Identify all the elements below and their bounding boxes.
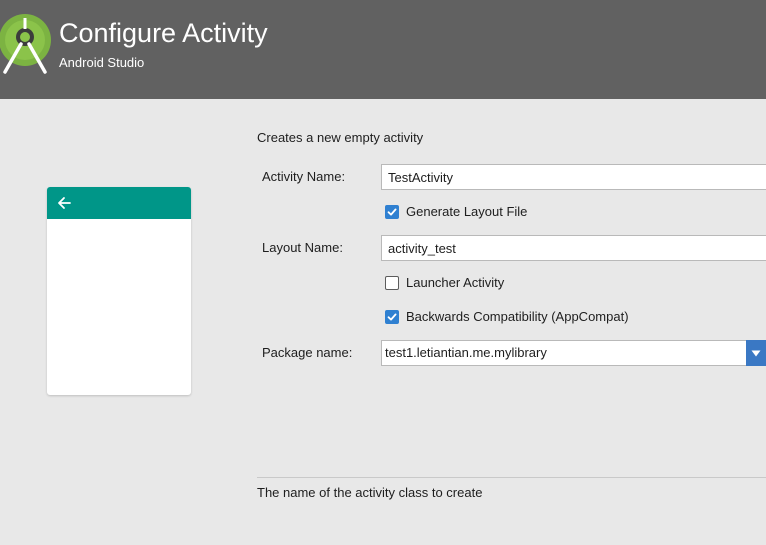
package-name-label: Package name: bbox=[262, 345, 353, 360]
checkmark-icon bbox=[387, 208, 397, 216]
backwards-compat-label: Backwards Compatibility (AppCompat) bbox=[406, 309, 629, 324]
footer-divider bbox=[257, 477, 766, 478]
package-name-select[interactable]: test1.letiantian.me.mylibrary bbox=[381, 340, 766, 366]
activity-name-label: Activity Name: bbox=[262, 169, 346, 184]
generate-layout-checkbox[interactable] bbox=[385, 205, 399, 219]
dropdown-arrow-button[interactable] bbox=[746, 340, 766, 366]
activity-name-input[interactable] bbox=[381, 164, 766, 190]
page-title: Configure Activity bbox=[59, 18, 268, 48]
generate-layout-label: Generate Layout File bbox=[406, 204, 528, 219]
launcher-activity-checkbox[interactable] bbox=[385, 276, 399, 290]
header-bar: Configure Activity Android Studio bbox=[0, 0, 766, 99]
page-subtitle: Android Studio bbox=[59, 55, 145, 70]
package-name-value: test1.letiantian.me.mylibrary bbox=[385, 345, 547, 360]
android-studio-logo-icon bbox=[0, 14, 51, 74]
backwards-compat-checkbox-row[interactable]: Backwards Compatibility (AppCompat) bbox=[385, 309, 629, 325]
launcher-activity-label: Launcher Activity bbox=[406, 275, 505, 290]
chevron-down-icon bbox=[751, 350, 761, 356]
generate-layout-checkbox-row[interactable]: Generate Layout File bbox=[385, 204, 527, 220]
layout-name-label: Layout Name: bbox=[262, 240, 343, 255]
arrow-left-icon bbox=[58, 197, 71, 209]
checkmark-icon bbox=[387, 313, 397, 321]
preview-toolbar bbox=[47, 187, 191, 219]
form-description: Creates a new empty activity bbox=[257, 130, 424, 145]
layout-name-input[interactable] bbox=[381, 235, 766, 261]
field-hint: The name of the activity class to create bbox=[257, 485, 483, 500]
activity-preview bbox=[47, 187, 191, 395]
backwards-compat-checkbox[interactable] bbox=[385, 310, 399, 324]
launcher-activity-checkbox-row[interactable]: Launcher Activity bbox=[385, 275, 504, 291]
